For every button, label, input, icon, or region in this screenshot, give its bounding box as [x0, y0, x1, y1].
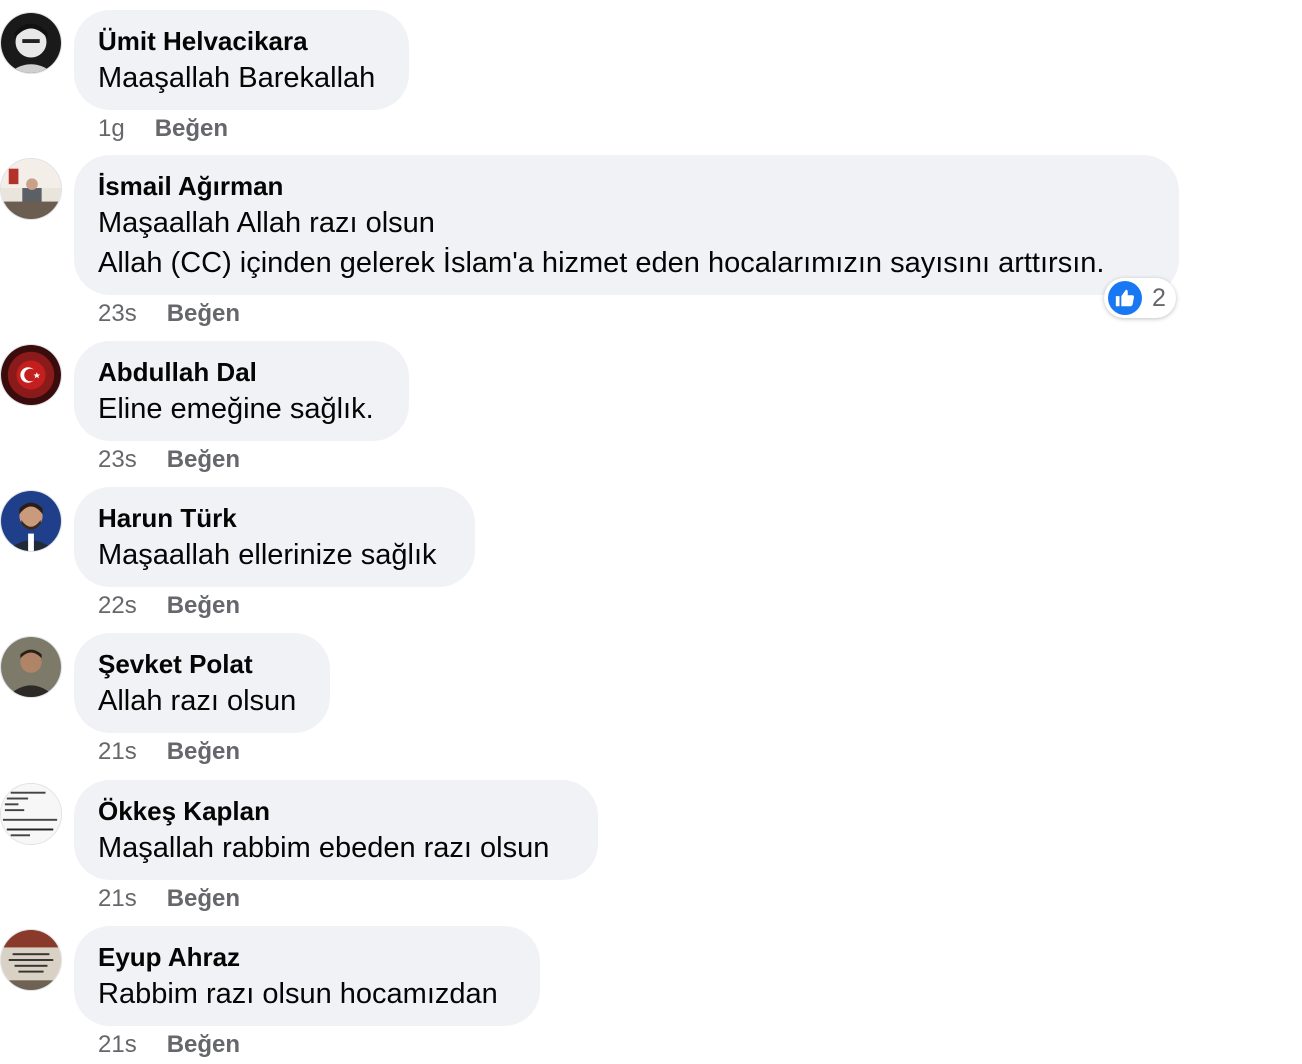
- comment-author[interactable]: Ökkeş Kaplan: [98, 794, 574, 828]
- comment-meta: 22s Beğen: [98, 591, 240, 621]
- comment-bubble: Şevket Polat Allah razı olsun: [74, 633, 330, 733]
- like-button[interactable]: Beğen: [167, 884, 240, 914]
- comment-meta: 21s Beğen: [98, 1030, 240, 1060]
- comment-meta: 21s Beğen: [98, 884, 240, 914]
- comment-bubble: Ökkeş Kaplan Maşallah rabbim ebeden razı…: [74, 780, 598, 880]
- comment-text: Allah (CC) içinden gelerek İslam'a hizme…: [98, 247, 1105, 279]
- comment-author[interactable]: İsmail Ağırman: [98, 169, 1155, 203]
- comment-timestamp[interactable]: 22s: [98, 591, 137, 621]
- comment-author[interactable]: Eyup Ahraz: [98, 940, 516, 974]
- like-button[interactable]: Beğen: [167, 1030, 240, 1060]
- avatar[interactable]: [0, 158, 62, 220]
- reaction-count: 2: [1152, 283, 1166, 312]
- comment-timestamp[interactable]: 23s: [98, 445, 137, 475]
- comment-text: Maşaallah Allah razı olsun: [98, 207, 435, 239]
- comment-text: Eline emeğine sağlık.: [98, 393, 374, 425]
- comment-text: Maşaallah ellerinize sağlık: [98, 539, 437, 571]
- comment-author[interactable]: Ümit Helvacikara: [98, 24, 385, 58]
- thumbs-up-icon: [1108, 281, 1142, 315]
- comment-author[interactable]: Abdullah Dal: [98, 355, 385, 389]
- comment-bubble: Eyup Ahraz Rabbim razı olsun hocamızdan: [74, 926, 540, 1026]
- avatar[interactable]: [0, 783, 62, 845]
- like-button[interactable]: Beğen: [167, 299, 240, 329]
- comment-meta: 21s Beğen: [98, 737, 240, 767]
- comment-bubble: Abdullah Dal Eline emeğine sağlık.: [74, 341, 409, 441]
- comment-timestamp[interactable]: 23s: [98, 299, 137, 329]
- comment-meta: 23s Beğen: [98, 445, 240, 475]
- like-button[interactable]: Beğen: [167, 591, 240, 621]
- comment-meta: 23s Beğen: [98, 299, 240, 329]
- comment-timestamp[interactable]: 21s: [98, 1030, 137, 1060]
- comment-timestamp[interactable]: 21s: [98, 884, 137, 914]
- avatar[interactable]: [0, 636, 62, 698]
- comment-author[interactable]: Şevket Polat: [98, 647, 306, 681]
- reaction-summary[interactable]: 2: [1104, 278, 1176, 318]
- comment-bubble: Harun Türk Maşaallah ellerinize sağlık: [74, 487, 475, 587]
- comment-list: Ümit Helvacikara Maaşallah Barekallah 1g…: [0, 0, 1302, 1064]
- comment-meta: 1g Beğen: [98, 114, 228, 144]
- like-button[interactable]: Beğen: [167, 445, 240, 475]
- like-button[interactable]: Beğen: [167, 737, 240, 767]
- comment-timestamp[interactable]: 1g: [98, 114, 125, 144]
- like-button[interactable]: Beğen: [155, 114, 228, 144]
- comment-bubble: Ümit Helvacikara Maaşallah Barekallah: [74, 10, 409, 110]
- comment-text: Allah razı olsun: [98, 685, 297, 717]
- comment-author[interactable]: Harun Türk: [98, 501, 451, 535]
- comment-bubble: İsmail Ağırman Maşaallah Allah razı olsu…: [74, 155, 1179, 295]
- avatar[interactable]: [0, 490, 62, 552]
- comment-text: Maşallah rabbim ebeden razı olsun: [98, 832, 550, 864]
- comment-text: Rabbim razı olsun hocamızdan: [98, 978, 498, 1010]
- avatar[interactable]: [0, 929, 62, 991]
- comment-text: Maaşallah Barekallah: [98, 62, 376, 94]
- avatar[interactable]: [0, 12, 62, 74]
- comment-timestamp[interactable]: 21s: [98, 737, 137, 767]
- avatar[interactable]: [0, 344, 62, 406]
